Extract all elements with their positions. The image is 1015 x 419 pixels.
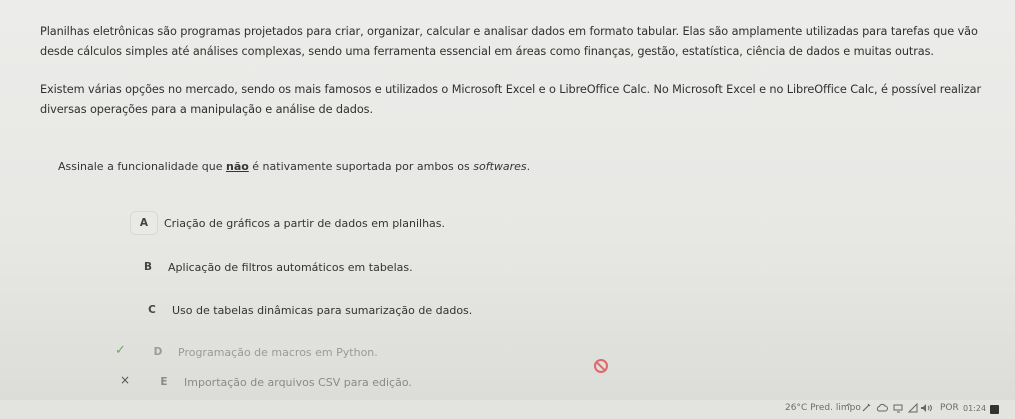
volume-icon[interactable] bbox=[920, 403, 934, 416]
option-a-text: Criação de gráficos a partir de dados em… bbox=[164, 216, 446, 230]
wifi-icon[interactable] bbox=[907, 402, 918, 416]
option-d-text: Programação de macros em Python. bbox=[178, 345, 378, 359]
tray-expand-icon[interactable]: ^ bbox=[845, 403, 853, 413]
option-c[interactable]: C Uso de tabelas dinâmicas para sumariza… bbox=[138, 298, 472, 322]
option-d[interactable]: D Programação de macros em Python. bbox=[144, 340, 378, 364]
question-paragraph-2: Existem várias opções no mercado, sendo … bbox=[40, 83, 982, 116]
option-c-text: Uso de tabelas dinâmicas para sumarizaçã… bbox=[172, 303, 473, 317]
notification-icon[interactable] bbox=[990, 405, 999, 414]
option-b-text: Aplicação de filtros automáticos em tabe… bbox=[168, 260, 413, 274]
option-b-letter: B bbox=[143, 261, 152, 273]
option-a[interactable]: A Criação de gráficos a partir de dados … bbox=[130, 211, 445, 235]
eliminate-x-icon[interactable]: × bbox=[120, 373, 130, 387]
prompt-middle: é nativamente suportada por ambos os bbox=[248, 160, 474, 173]
cloud-icon[interactable] bbox=[876, 403, 888, 416]
option-b[interactable]: B Aplicação de filtros automáticos em ta… bbox=[134, 255, 413, 279]
option-e-text: Importação de arquivos CSV para edição. bbox=[184, 375, 412, 389]
prompt-before: Assinale a funcionalidade que bbox=[58, 160, 226, 173]
correct-check-icon: ✓ bbox=[115, 343, 126, 358]
ban-icon[interactable] bbox=[594, 359, 608, 373]
question-prompt: Assinale a funcionalidade que não é nati… bbox=[58, 160, 530, 173]
taskbar: 26°C Pred. limpo ^ POR 01:24 bbox=[0, 400, 1015, 419]
language-indicator[interactable]: POR bbox=[940, 403, 959, 413]
prompt-emphasis: não bbox=[225, 160, 249, 173]
option-a-letter: A bbox=[130, 211, 158, 235]
question-page: Planilhas eletrônicas são programas proj… bbox=[0, 0, 1015, 400]
prompt-italic: softwares bbox=[473, 160, 527, 173]
option-c-letter: C bbox=[148, 304, 156, 316]
prompt-end: . bbox=[526, 160, 531, 173]
clock[interactable]: 01:24 bbox=[963, 404, 986, 413]
option-e-letter: E bbox=[160, 376, 168, 388]
option-d-letter: D bbox=[153, 346, 163, 358]
question-paragraph-1: Planilhas eletrônicas são programas proj… bbox=[40, 25, 978, 58]
network-icon[interactable] bbox=[893, 403, 905, 416]
option-e[interactable]: E Importação de arquivos CSV para edição… bbox=[150, 370, 412, 394]
pen-icon[interactable] bbox=[861, 403, 871, 416]
